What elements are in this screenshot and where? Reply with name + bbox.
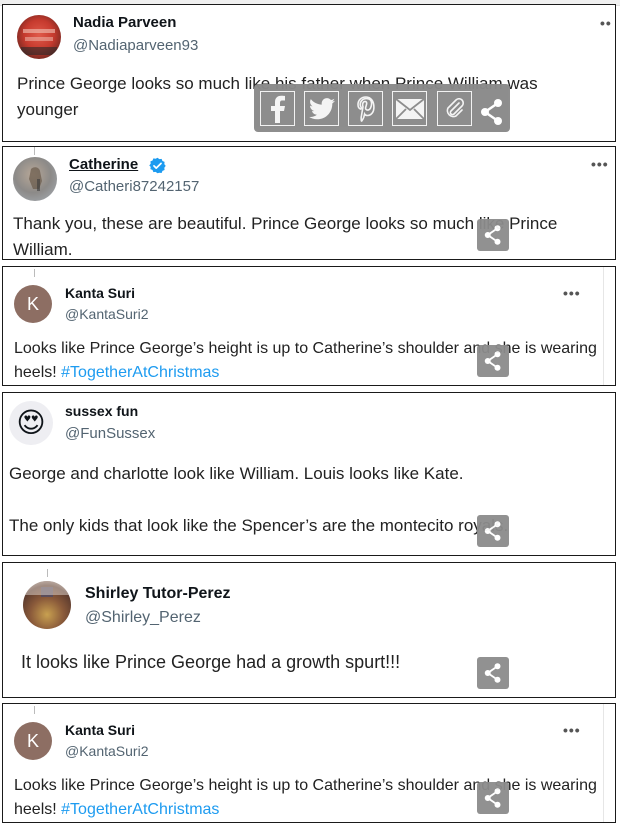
share-icon — [484, 351, 501, 371]
thread-line — [47, 569, 48, 577]
tweet-card-sussex-fun: 😍 sussex fun @FunSussex George and charl… — [2, 392, 616, 556]
author-name[interactable]: Kanta Suri — [65, 285, 135, 301]
avatar[interactable]: K — [14, 285, 52, 323]
author-handle[interactable]: @Nadiaparveen93 — [73, 37, 198, 54]
author-handle[interactable]: @KantaSuri2 — [65, 743, 148, 759]
author-handle[interactable]: @Catheri87242157 — [69, 178, 199, 195]
social-share-bar — [254, 84, 510, 132]
share-icon — [484, 663, 501, 683]
avatar[interactable]: K — [14, 722, 52, 760]
heart-eyes-emoji-icon: 😍 — [16, 407, 46, 438]
author-name[interactable]: Catherine — [69, 156, 138, 173]
facebook-share-button[interactable] — [260, 91, 295, 126]
share-button[interactable] — [477, 515, 509, 547]
avatar-letter: K — [26, 730, 39, 751]
avatar-letter: K — [26, 293, 39, 314]
thread-line — [34, 147, 35, 155]
tweet-text: Looks like Prince George’s height is up … — [14, 337, 604, 385]
tweet-text-line-2: The only kids that look like the Spencer… — [9, 516, 509, 535]
twitter-share-button[interactable] — [304, 91, 339, 126]
group-photo-icon — [21, 29, 57, 55]
room-photo-icon — [23, 581, 71, 597]
share-icon — [481, 99, 502, 125]
author-name[interactable]: sussex fun — [65, 403, 138, 419]
share-button[interactable] — [477, 219, 509, 251]
more-options-icon[interactable]: ••• — [591, 156, 609, 172]
pinterest-share-button[interactable] — [348, 91, 383, 126]
share-button[interactable] — [477, 657, 509, 689]
author-name[interactable]: Shirley Tutor-Perez — [85, 585, 231, 603]
thread-line — [34, 706, 35, 714]
share-icon — [484, 225, 501, 245]
avatar[interactable]: 😍 — [9, 401, 53, 445]
tweet-text: Looks like Prince George’s height is up … — [14, 774, 604, 822]
share-button[interactable] — [480, 98, 504, 126]
author-handle[interactable]: @KantaSuri2 — [65, 306, 148, 322]
avatar[interactable] — [17, 15, 61, 59]
tweet-card-kanta-1: K Kanta Suri @KantaSuri2 ••• Looks like … — [2, 266, 616, 386]
avatar[interactable] — [23, 581, 71, 629]
author-handle[interactable]: @Shirley_Perez — [85, 609, 201, 627]
email-share-button[interactable] — [392, 91, 427, 126]
dog-photo-icon — [29, 167, 42, 191]
author-name[interactable]: Nadia Parveen — [73, 14, 176, 31]
more-options-icon[interactable]: ••• — [563, 285, 581, 301]
tweet-text: It looks like Prince George had a growth… — [21, 652, 401, 672]
avatar[interactable] — [13, 157, 57, 201]
tweet-text: Thank you, these are beautiful. Prince G… — [13, 214, 558, 259]
author-name[interactable]: Kanta Suri — [65, 722, 135, 738]
twitter-bird-icon — [308, 97, 335, 119]
copy-link-button[interactable] — [437, 91, 472, 126]
share-button[interactable] — [477, 345, 509, 377]
share-icon — [484, 788, 501, 808]
more-options-icon[interactable]: •• — [600, 15, 612, 31]
tweet-card-shirley: Shirley Tutor-Perez @Shirley_Perez It lo… — [2, 562, 616, 698]
hashtag-link[interactable]: #TogetherAtChristmas — [61, 364, 219, 381]
share-icon — [484, 521, 501, 541]
pinterest-icon — [356, 95, 375, 122]
more-options-icon[interactable]: ••• — [563, 722, 581, 738]
author-handle[interactable]: @FunSussex — [65, 425, 155, 442]
share-button[interactable] — [477, 782, 509, 814]
hashtag-link[interactable]: #TogetherAtChristmas — [61, 801, 219, 818]
tweet-card-kanta-2: K Kanta Suri @KantaSuri2 ••• Looks like … — [2, 703, 616, 823]
facebook-icon — [270, 95, 285, 123]
envelope-icon — [394, 97, 425, 120]
tweet-card-catherine: Catherine @Catheri87242157 ••• Thank you… — [2, 146, 616, 260]
thread-line — [34, 269, 35, 277]
tweet-text-line-1: George and charlotte look like William. … — [9, 464, 464, 483]
verified-badge-icon — [149, 157, 166, 174]
paperclip-icon — [446, 97, 464, 117]
